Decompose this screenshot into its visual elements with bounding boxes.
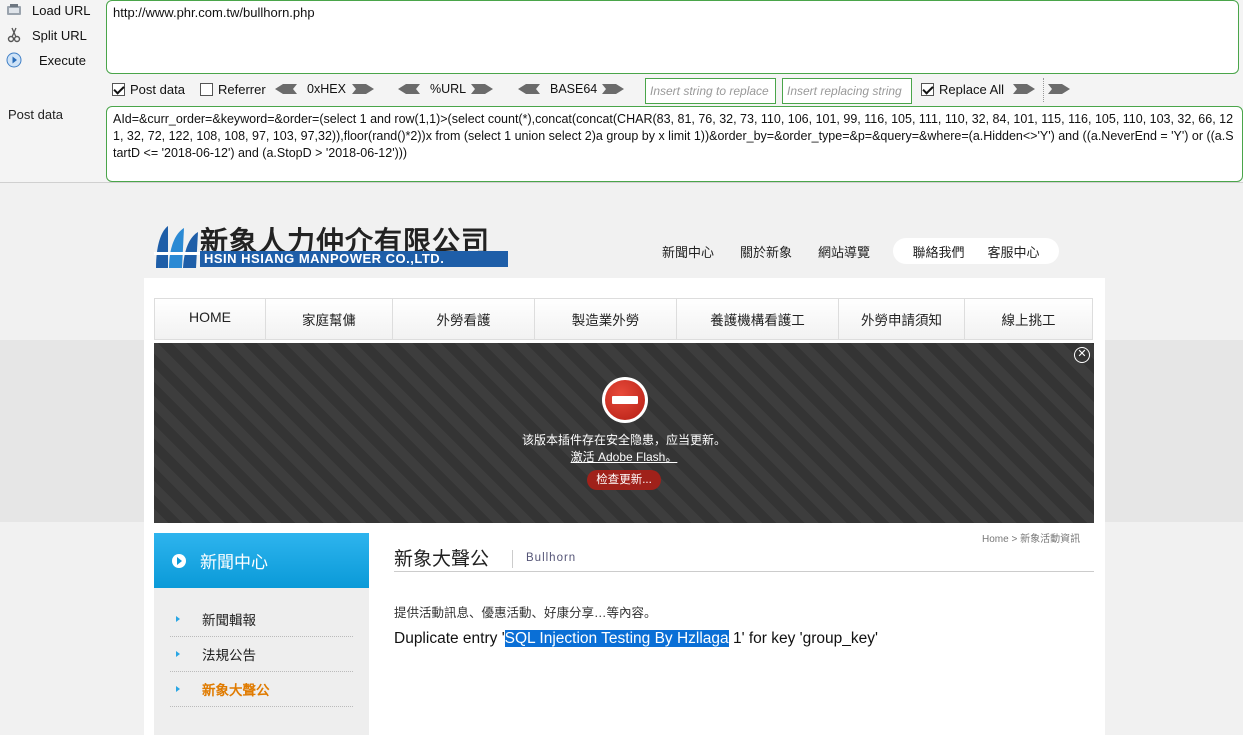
main-nav-application-guide[interactable]: 外勞申請須知 [839,299,965,339]
hex-encode-arrow-icon[interactable] [352,84,374,94]
split-url-command[interactable]: Split URL [6,27,87,43]
blocked-plugin-icon [602,377,648,423]
page-subtitle: Bullhorn [526,552,577,564]
replace-all-checkbox[interactable] [921,83,934,96]
split-url-label: Split URL [32,27,87,43]
top-nav-about[interactable]: 關於新象 [740,242,792,261]
replace-next-arrow-icon[interactable] [1048,84,1070,94]
insert-string-input[interactable]: Insert string to replace [645,78,776,104]
error-prefix: Duplicate entry ' [394,630,505,647]
load-url-command[interactable]: Load URL [6,2,91,18]
sidebar-item-label: 法規公告 [202,648,256,663]
url-textarea[interactable]: http://www.phr.com.tw/bullhorn.php [106,0,1239,74]
top-nav-sitemap[interactable]: 網站導覽 [818,242,870,261]
logo-english-name: HSIN HSIANG MANPOWER CO.,LTD. [200,251,508,267]
main-nav-care-institution[interactable]: 養護機構看護工 [677,299,839,339]
base64-label: BASE64 [550,82,598,96]
hackbar-options-row: Post data Referrer 0xHEX %URL BASE64 Ins… [108,78,1243,104]
sidebar-item-label: 新聞輯報 [202,613,256,628]
flash-blocked-banner: ✕ 该版本插件存在安全隐患，应当更新。 激活 Adobe Flash。 检查更新… [154,343,1094,523]
sidebar-item-regulations[interactable]: 法規公告 [170,637,353,672]
top-nav: 新聞中心 關於新象 網站導覽 [662,238,896,264]
execute-command[interactable]: Execute [6,52,86,68]
top-nav-news[interactable]: 新聞中心 [662,242,714,261]
execute-label: Execute [39,52,86,68]
replacing-string-input[interactable]: Insert replacing string [782,78,912,104]
close-icon[interactable]: ✕ [1074,347,1090,363]
post-data-checkbox[interactable] [112,83,125,96]
execute-icon [6,52,22,68]
post-data-textarea[interactable]: AId=&curr_order=&keyword=&order=(select … [106,106,1243,182]
check-update-button[interactable]: 检查更新... [587,470,661,490]
content-container: HOME 家庭幫傭 外勞看護 製造業外勞 養護機構看護工 外勞申請須知 線上挑工… [144,278,1105,735]
triangle-bullet-icon [176,651,180,657]
replace-go-arrow-icon[interactable] [1013,84,1035,94]
sidebar-item-label: 新象大聲公 [202,683,270,698]
url-encode-arrow-icon[interactable] [471,84,493,94]
page-title-bar: 新象大聲公 Bullhorn [394,544,1094,572]
page-title: 新象大聲公 [394,549,490,570]
url-decode-arrow-icon[interactable] [398,84,420,94]
hackbar-toolbar: Load URL Split URL Execute http://www.ph… [0,0,1243,183]
error-suffix: 1' for key 'group_key' [728,630,878,647]
hex-label: 0xHEX [307,82,346,96]
sidebar-title: 新聞中心 [200,553,268,572]
sidebar-list: 新聞輯報 法規公告 新象大聲公 [154,588,369,735]
triangle-bullet-icon [176,686,180,692]
post-data-checkbox-label: Post data [130,82,185,97]
web-page: 新象人力仲介有限公司 HSIN HSIANG MANPOWER CO.,LTD.… [0,184,1243,735]
options-divider [1043,78,1044,102]
site-logo[interactable]: 新象人力仲介有限公司 HSIN HSIANG MANPOWER CO.,LTD. [154,220,510,272]
sidebar-item-news[interactable]: 新聞輯報 [170,602,353,637]
sidebar-item-bullhorn[interactable]: 新象大聲公 [170,672,353,707]
activate-flash-link[interactable]: 激活 Adobe Flash。 [154,448,1094,465]
logo-mark-icon [154,226,200,268]
flash-warning-text: 该版本插件存在安全隐患，应当更新。 [521,433,726,447]
url-encode-label: %URL [430,82,467,96]
main-nav-home[interactable]: HOME [155,299,266,339]
main-nav-online-selection[interactable]: 線上挑工 [965,299,1092,339]
play-circle-icon [172,553,186,568]
main-nav-domestic-helper[interactable]: 家庭幫傭 [266,299,393,339]
replace-all-label: Replace All [939,82,1005,97]
title-divider [512,550,513,568]
post-data-label: Post data [8,107,63,122]
sql-error-message: Duplicate entry 'SQL Injection Testing B… [394,630,878,648]
page-description: 提供活動訊息、優惠活動、好康分享…等內容。 [394,606,657,620]
main-nav-foreign-caregiver[interactable]: 外勞看護 [393,299,535,339]
load-url-label: Load URL [32,2,91,18]
base64-encode-arrow-icon[interactable] [602,84,624,94]
top-nav-service[interactable]: 客服中心 [987,242,1039,261]
breadcrumb[interactable]: Home > 新象活動資訊 [982,530,1080,545]
top-nav-pill: 聯絡我們 客服中心 [893,238,1059,264]
hex-decode-arrow-icon[interactable] [275,84,297,94]
error-highlight: SQL Injection Testing By Hzllaga [504,630,729,647]
split-url-icon [6,27,22,43]
triangle-bullet-icon [176,616,180,622]
main-nav: HOME 家庭幫傭 外勞看護 製造業外勞 養護機構看護工 外勞申請須知 線上挑工 [154,298,1093,340]
sidebar-header: 新聞中心 [154,533,369,588]
top-nav-contact[interactable]: 聯絡我們 [912,242,964,261]
referrer-checkbox-label: Referrer [218,82,266,97]
referrer-checkbox[interactable] [200,83,213,96]
load-url-icon [6,2,22,18]
main-nav-manufacturing[interactable]: 製造業外勞 [535,299,677,339]
base64-decode-arrow-icon[interactable] [518,84,540,94]
